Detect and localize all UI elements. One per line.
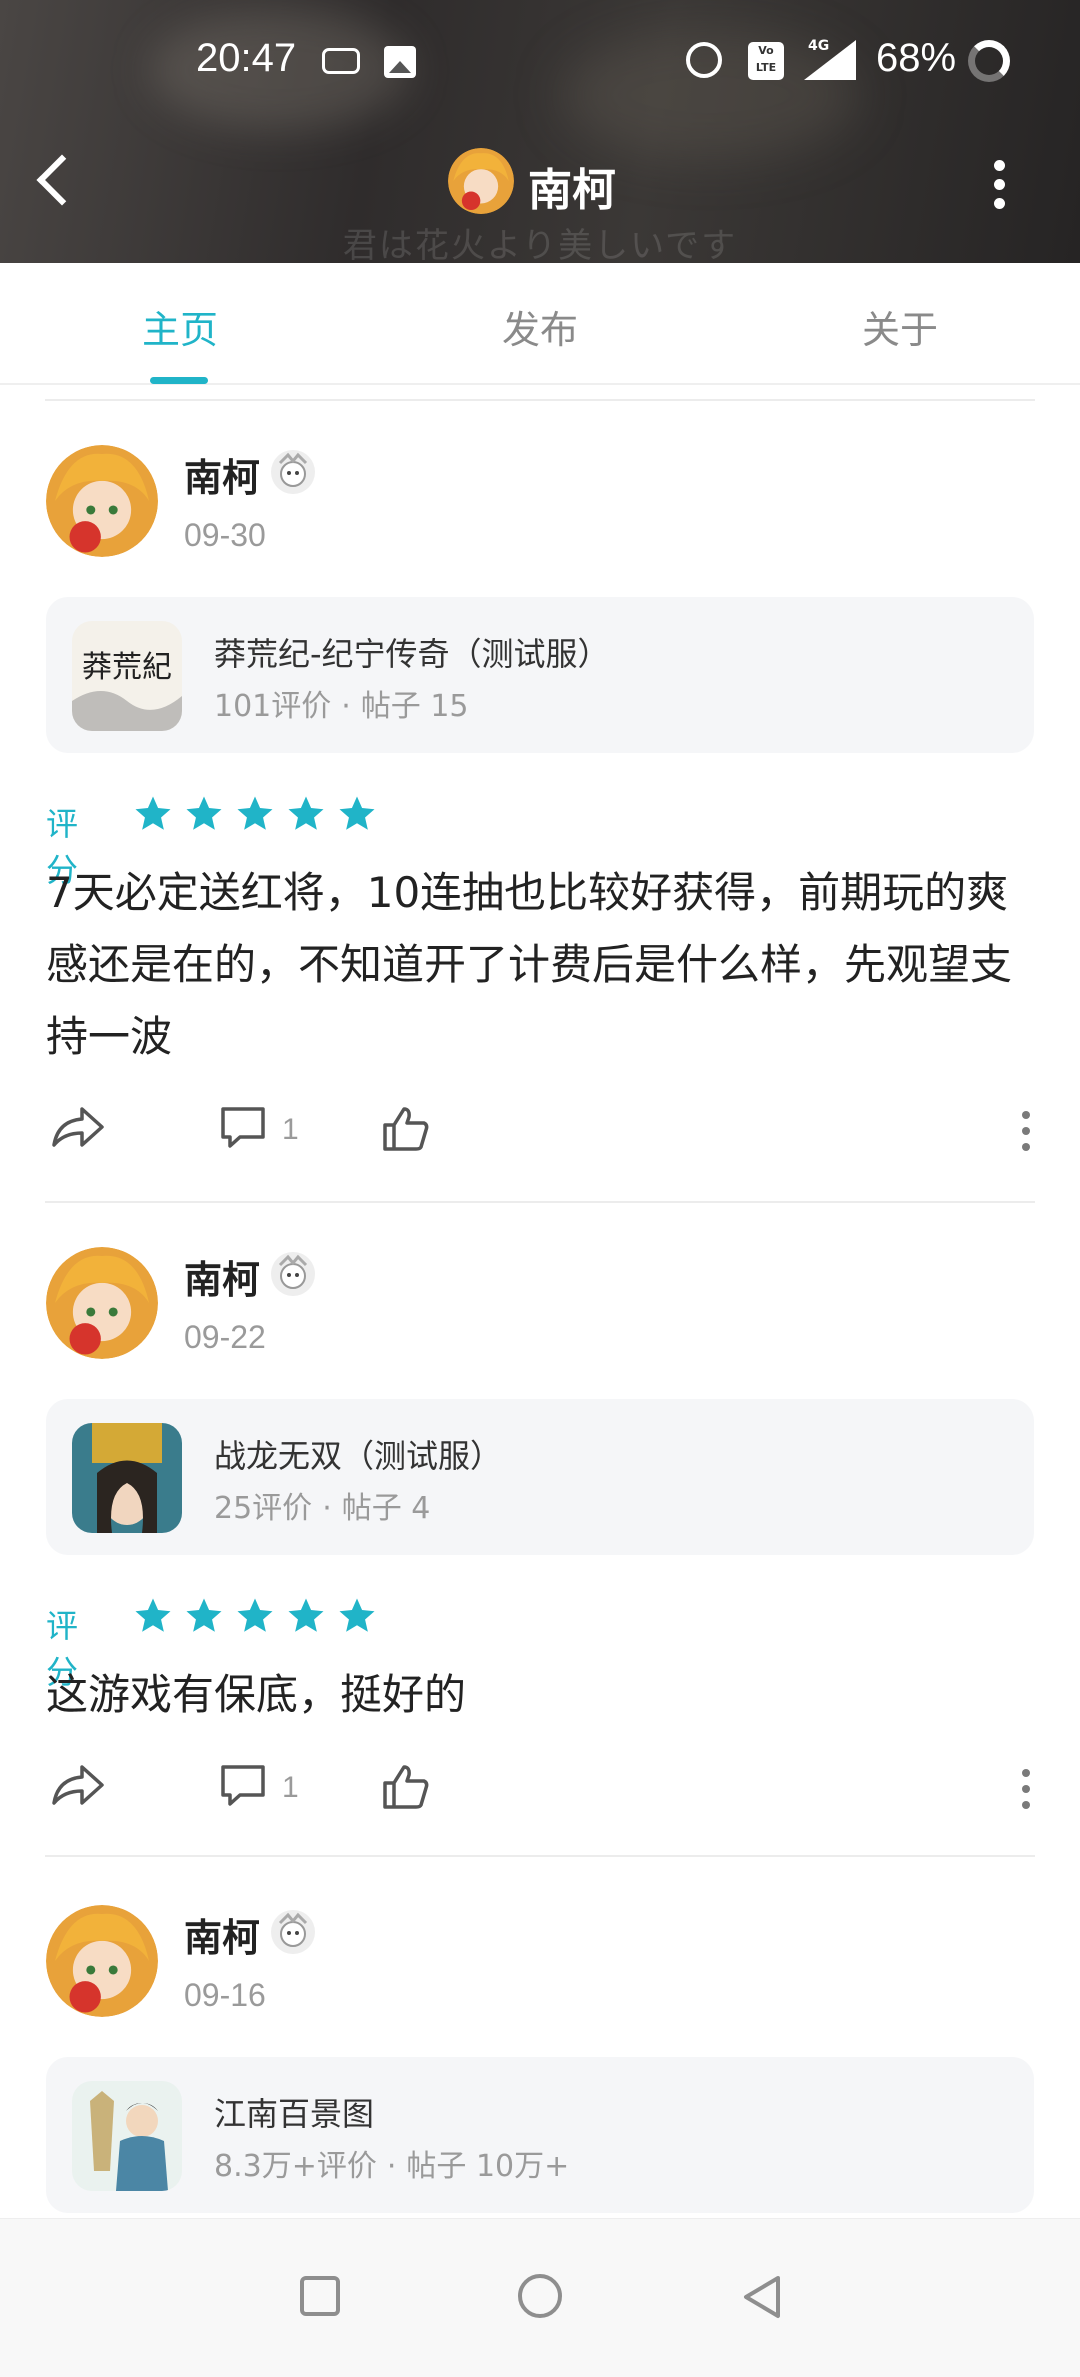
username[interactable]: 南柯 bbox=[184, 447, 260, 502]
star-icon bbox=[132, 1595, 174, 1637]
review-count: 101评价 bbox=[214, 689, 332, 724]
review-text[interactable]: 7天必定送红将，10连抽也比较好获得，前期玩的爽感还是在的，不知道开了计费后是什… bbox=[46, 857, 1036, 1073]
post-date: 09-22 bbox=[184, 1319, 266, 1355]
star-icon bbox=[234, 793, 276, 835]
game-name: 莽荒纪-纪宁传奇（测试服） bbox=[214, 635, 610, 673]
like-icon[interactable] bbox=[380, 1103, 432, 1159]
star-icon bbox=[183, 1595, 225, 1637]
tab-about[interactable]: 关于 bbox=[800, 299, 1000, 354]
post-count: 帖子 15 bbox=[360, 689, 469, 724]
game-stats: 101评价 · 帖子 15 bbox=[214, 689, 469, 724]
review-count: 8.3万+评价 bbox=[214, 2149, 377, 2184]
back-triangle-icon[interactable] bbox=[740, 2274, 784, 2324]
game-name: 江南百景图 bbox=[214, 2095, 375, 2133]
share-icon[interactable] bbox=[50, 1103, 106, 1157]
star-rating bbox=[132, 793, 387, 839]
post-more-icon[interactable] bbox=[1020, 1111, 1032, 1159]
post-actions: 1 bbox=[0, 1103, 1080, 1163]
star-rating bbox=[132, 1595, 387, 1641]
page-title: 南柯 bbox=[528, 165, 616, 216]
post-count: 帖子 10万+ bbox=[406, 2149, 570, 2184]
divider bbox=[45, 399, 1035, 401]
comment-count: 1 bbox=[282, 1113, 299, 1146]
status-time: 20:47 bbox=[196, 36, 297, 80]
avatar[interactable] bbox=[46, 1247, 158, 1359]
game-icon: 莽荒紀 bbox=[72, 621, 182, 731]
user-badge-icon bbox=[270, 1909, 316, 1955]
system-navigation-bar bbox=[0, 2218, 1080, 2377]
game-icon bbox=[72, 2081, 182, 2191]
alarm-icon bbox=[686, 42, 722, 78]
username[interactable]: 南柯 bbox=[184, 1907, 260, 1962]
comment-icon[interactable] bbox=[218, 1761, 268, 1815]
gamepad-icon bbox=[322, 48, 360, 74]
status-bar: 20:47 Vo LTE 4G 68% bbox=[0, 0, 1080, 120]
post-date: 09-30 bbox=[184, 517, 266, 553]
more-options-icon[interactable] bbox=[992, 160, 1006, 210]
profile-header: 君は花火より美しいです 20:47 Vo LTE 4G 68% 南柯 bbox=[0, 0, 1080, 263]
avatar[interactable] bbox=[46, 445, 158, 557]
game-icon bbox=[72, 1423, 182, 1533]
star-icon bbox=[234, 1595, 276, 1637]
divider bbox=[45, 1201, 1035, 1203]
share-icon[interactable] bbox=[50, 1761, 106, 1815]
game-icon-text: 莽荒紀 bbox=[82, 650, 172, 685]
star-icon bbox=[183, 793, 225, 835]
divider bbox=[45, 1855, 1035, 1857]
active-tab-indicator bbox=[150, 377, 208, 384]
post-count: 帖子 4 bbox=[341, 1491, 431, 1526]
game-card[interactable]: 江南百景图 8.3万+评价 · 帖子 10万+ bbox=[46, 2057, 1034, 2213]
post-date: 09-16 bbox=[184, 1977, 266, 2013]
game-stats: 8.3万+评价 · 帖子 10万+ bbox=[214, 2149, 570, 2184]
volte-icon: Vo LTE bbox=[748, 42, 784, 80]
user-badge-icon bbox=[270, 449, 316, 495]
star-icon bbox=[285, 1595, 327, 1637]
post-more-icon[interactable] bbox=[1020, 1769, 1032, 1817]
home-icon[interactable] bbox=[518, 2274, 562, 2318]
back-arrow-icon[interactable] bbox=[36, 154, 88, 206]
star-icon bbox=[336, 793, 378, 835]
battery-percent: 68% bbox=[876, 36, 957, 80]
image-icon bbox=[384, 46, 416, 78]
tab-bar: 主页 发布 关于 bbox=[0, 263, 1080, 385]
star-icon bbox=[132, 793, 174, 835]
user-badge-icon bbox=[270, 1251, 316, 1297]
game-card[interactable]: 战龙无双（测试服） 25评价 · 帖子 4 bbox=[46, 1399, 1034, 1555]
comment-icon[interactable] bbox=[218, 1103, 268, 1157]
review-count: 25评价 bbox=[214, 1491, 313, 1526]
star-icon bbox=[336, 1595, 378, 1637]
title-bar: 南柯 bbox=[0, 138, 1080, 228]
network-type: 4G bbox=[808, 38, 830, 54]
avatar[interactable] bbox=[46, 1905, 158, 2017]
tab-publish[interactable]: 发布 bbox=[440, 299, 640, 354]
post-actions: 1 bbox=[0, 1761, 1080, 1821]
game-stats: 25评价 · 帖子 4 bbox=[214, 1491, 431, 1526]
avatar[interactable] bbox=[448, 148, 514, 214]
username[interactable]: 南柯 bbox=[184, 1249, 260, 1304]
recent-apps-icon[interactable] bbox=[300, 2276, 340, 2316]
comment-count: 1 bbox=[282, 1771, 299, 1804]
game-name: 战龙无双（测试服） bbox=[214, 1437, 503, 1475]
game-card[interactable]: 莽荒紀 莽荒纪-纪宁传奇（测试服） 101评价 · 帖子 15 bbox=[46, 597, 1034, 753]
like-icon[interactable] bbox=[380, 1761, 432, 1817]
star-icon bbox=[285, 793, 327, 835]
review-text[interactable]: 这游戏有保底，挺好的 bbox=[46, 1659, 1036, 1731]
tab-home[interactable]: 主页 bbox=[80, 299, 280, 354]
battery-icon bbox=[968, 40, 1010, 82]
